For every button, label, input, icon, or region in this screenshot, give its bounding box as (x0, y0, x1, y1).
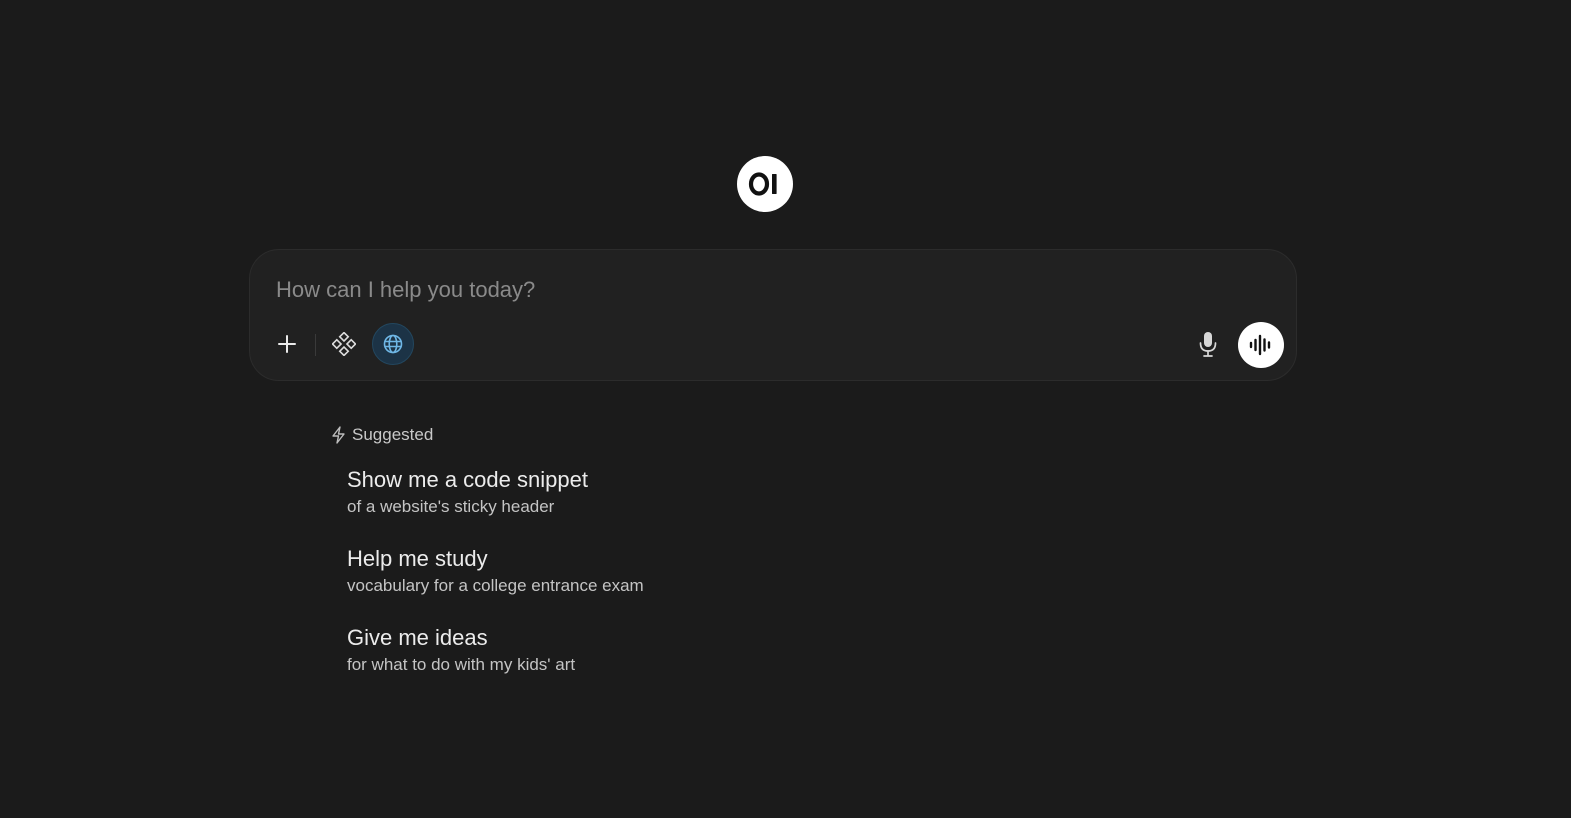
web-search-toggle[interactable] (372, 323, 414, 365)
message-composer (249, 249, 1297, 381)
microphone-icon (1199, 332, 1217, 357)
suggestion-subtitle: of a website's sticky header (347, 497, 555, 516)
plus-icon (278, 335, 296, 353)
chat-home-page: Suggested Show me a code snippet of a we… (0, 0, 1571, 818)
bolt-icon (332, 426, 345, 444)
globe-icon (383, 334, 403, 354)
suggestion-subtitle: for what to do with my kids' art (347, 655, 576, 674)
suggestion-item[interactable]: Show me a code snippet of a website's st… (347, 466, 807, 518)
app-logo (737, 156, 793, 212)
suggestion-subtitle: vocabulary for a college entrance exam (347, 576, 644, 595)
suggestion-title: Give me ideas (347, 625, 488, 650)
suggested-label: Suggested (352, 425, 434, 444)
add-attachment-button[interactable] (268, 324, 306, 364)
tools-button[interactable] (324, 324, 364, 364)
suggestion-title: Help me study (347, 546, 488, 571)
voice-mode-button[interactable] (1238, 322, 1284, 368)
dictate-button[interactable] (1188, 324, 1228, 364)
suggested-prompts: Suggested Show me a code snippet of a we… (331, 424, 644, 674)
waveform-icon (1249, 334, 1271, 356)
suggestion-item[interactable]: Help me study vocabulary for a college e… (347, 545, 807, 597)
suggestion-item[interactable]: Give me ideas for what to do with my kid… (347, 624, 807, 676)
suggested-header: Suggested (331, 424, 433, 446)
suggestion-title: Show me a code snippet (347, 467, 588, 492)
tools-icon (332, 332, 356, 356)
toolbar-divider (315, 334, 316, 356)
prompt-input[interactable] (274, 270, 1256, 310)
logo-mark-icon (748, 172, 777, 196)
